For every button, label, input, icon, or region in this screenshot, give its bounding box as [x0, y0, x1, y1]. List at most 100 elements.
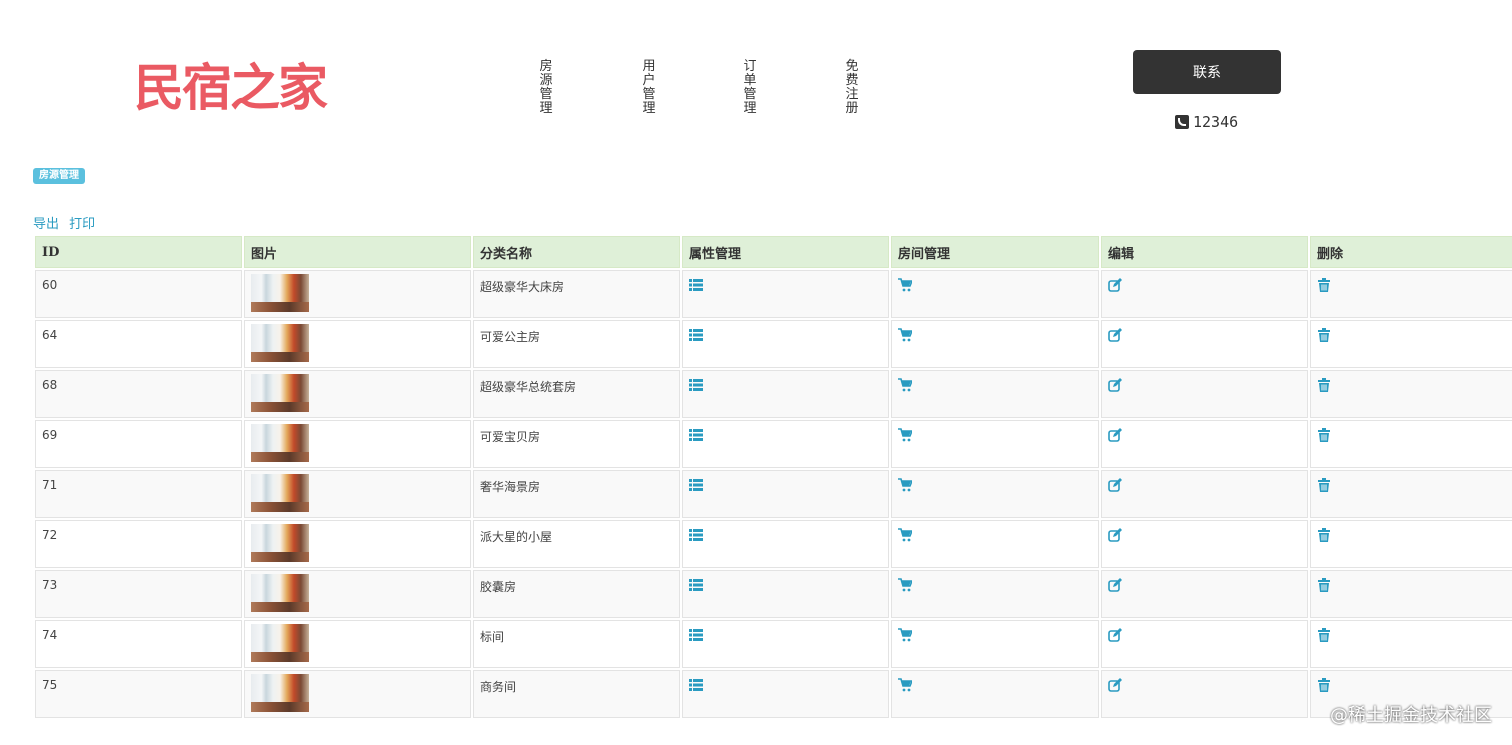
contact-button[interactable]: 联系 — [1133, 50, 1281, 94]
trash-icon[interactable] — [1317, 628, 1331, 642]
trash-icon[interactable] — [1317, 528, 1331, 542]
trash-icon[interactable] — [1317, 578, 1331, 592]
cell-id: 73 — [35, 570, 242, 618]
cell-id: 68 — [35, 370, 242, 418]
cart-icon[interactable] — [898, 328, 912, 342]
cell-id: 60 — [35, 270, 242, 318]
cart-icon[interactable] — [898, 278, 912, 292]
house-table: ID 图片 分类名称 属性管理 房间管理 编辑 删除 60 超级豪华大床房 64 可爱… — [33, 234, 1512, 720]
cell-category-name: 奢华海景房 — [473, 470, 680, 518]
cell-attribute — [682, 270, 889, 318]
list-icon[interactable] — [689, 278, 703, 292]
edit-icon[interactable] — [1108, 428, 1122, 442]
table-row: 60 超级豪华大床房 — [35, 270, 1512, 318]
cart-icon[interactable] — [898, 678, 912, 692]
cart-icon[interactable] — [898, 378, 912, 392]
cell-attribute — [682, 520, 889, 568]
edit-icon[interactable] — [1108, 328, 1122, 342]
cell-id: 74 — [35, 620, 242, 668]
header-image: 图片 — [244, 236, 471, 268]
room-thumbnail[interactable] — [251, 474, 309, 512]
list-icon[interactable] — [689, 328, 703, 342]
cell-edit — [1101, 420, 1308, 468]
edit-icon[interactable] — [1108, 528, 1122, 542]
room-thumbnail[interactable] — [251, 674, 309, 712]
trash-icon[interactable] — [1317, 328, 1331, 342]
cell-category-name: 超级豪华总统套房 — [473, 370, 680, 418]
list-icon[interactable] — [689, 628, 703, 642]
edit-icon[interactable] — [1108, 628, 1122, 642]
edit-icon[interactable] — [1108, 278, 1122, 292]
trash-icon[interactable] — [1317, 478, 1331, 492]
cell-room — [891, 370, 1099, 418]
cell-attribute — [682, 370, 889, 418]
list-icon[interactable] — [689, 678, 703, 692]
table-row: 74 标间 — [35, 620, 1512, 668]
table-row: 71 奢华海景房 — [35, 470, 1512, 518]
cart-icon[interactable] — [898, 628, 912, 642]
edit-icon[interactable] — [1108, 378, 1122, 392]
room-thumbnail[interactable] — [251, 374, 309, 412]
edit-icon[interactable] — [1108, 578, 1122, 592]
trash-icon[interactable] — [1317, 428, 1331, 442]
cell-image — [244, 420, 471, 468]
list-icon[interactable] — [689, 428, 703, 442]
list-icon[interactable] — [689, 528, 703, 542]
list-icon[interactable] — [689, 578, 703, 592]
cell-id: 64 — [35, 320, 242, 368]
cell-id: 72 — [35, 520, 242, 568]
section-badge: 房源管理 — [33, 168, 85, 184]
trash-icon[interactable] — [1317, 378, 1331, 392]
phone-text: 12346 — [1193, 113, 1239, 131]
room-thumbnail[interactable] — [251, 324, 309, 362]
cell-category-name: 商务间 — [473, 670, 680, 718]
table-body: 60 超级豪华大床房 64 可爱公主房 68 超级豪华总统套房 69 可爱宝贝房 71 奢华海景房… — [35, 270, 1512, 718]
room-thumbnail[interactable] — [251, 624, 309, 662]
table-row: 72 派大星的小屋 — [35, 520, 1512, 568]
trash-icon[interactable] — [1317, 678, 1331, 692]
header-edit: 编辑 — [1101, 236, 1308, 268]
cell-edit — [1101, 670, 1308, 718]
nav-item-user-management[interactable]: 用 户 管 理 — [639, 60, 659, 116]
table-row: 73 胶囊房 — [35, 570, 1512, 618]
cell-attribute — [682, 420, 889, 468]
room-thumbnail[interactable] — [251, 424, 309, 462]
print-link[interactable]: 打印 — [69, 217, 95, 232]
trash-icon[interactable] — [1317, 278, 1331, 292]
cart-icon[interactable] — [898, 578, 912, 592]
table-row: 75 商务间 — [35, 670, 1512, 718]
room-thumbnail[interactable] — [251, 574, 309, 612]
header-category-name: 分类名称 — [473, 236, 680, 268]
cell-room — [891, 670, 1099, 718]
list-icon[interactable] — [689, 478, 703, 492]
edit-icon[interactable] — [1108, 678, 1122, 692]
cell-edit — [1101, 470, 1308, 518]
table-row: 64 可爱公主房 — [35, 320, 1512, 368]
table-row: 68 超级豪华总统套房 — [35, 370, 1512, 418]
cell-delete — [1310, 620, 1512, 668]
cart-icon[interactable] — [898, 478, 912, 492]
nav-item-free-register[interactable]: 免 费 注 册 — [842, 60, 862, 116]
cell-room — [891, 270, 1099, 318]
cell-id: 71 — [35, 470, 242, 518]
export-link[interactable]: 导出 — [33, 217, 59, 232]
cart-icon[interactable] — [898, 528, 912, 542]
phone-icon — [1175, 115, 1189, 129]
cell-attribute — [682, 670, 889, 718]
nav-item-house-management[interactable]: 房 源 管 理 — [536, 60, 556, 116]
table-toolbar: 导出 打印 — [33, 213, 101, 232]
cart-icon[interactable] — [898, 428, 912, 442]
header-delete: 删除 — [1310, 236, 1512, 268]
edit-icon[interactable] — [1108, 478, 1122, 492]
table-header-row: ID 图片 分类名称 属性管理 房间管理 编辑 删除 — [35, 236, 1512, 268]
cell-room — [891, 620, 1099, 668]
table-row: 69 可爱宝贝房 — [35, 420, 1512, 468]
room-thumbnail[interactable] — [251, 524, 309, 562]
cell-room — [891, 320, 1099, 368]
list-icon[interactable] — [689, 378, 703, 392]
header-room-management: 房间管理 — [891, 236, 1099, 268]
cell-edit — [1101, 320, 1308, 368]
nav-item-order-management[interactable]: 订 单 管 理 — [740, 60, 760, 116]
cell-room — [891, 520, 1099, 568]
room-thumbnail[interactable] — [251, 274, 309, 312]
